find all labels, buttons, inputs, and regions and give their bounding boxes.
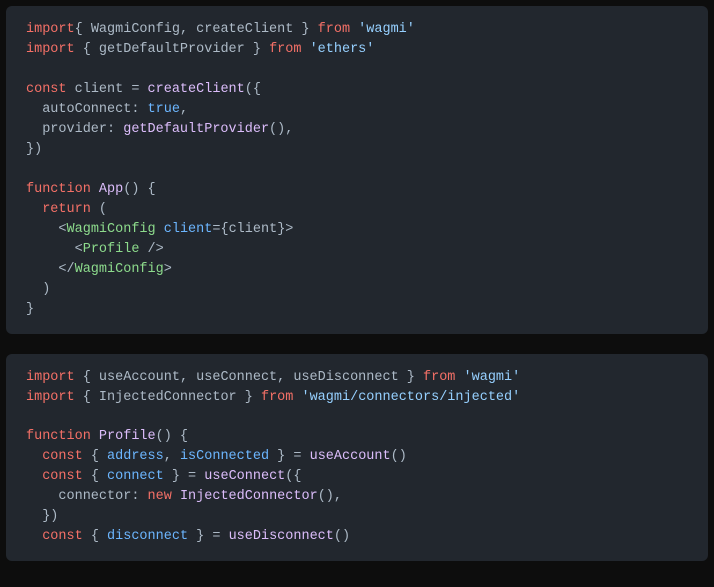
code-block-1: import{ WagmiConfig, createClient } from… [6, 6, 708, 334]
kw-import: import [26, 22, 75, 37]
code-content-2: import { useAccount, useConnect, useDisc… [26, 368, 688, 548]
code-content-1: import{ WagmiConfig, createClient } from… [26, 20, 688, 320]
code-block-2: import { useAccount, useConnect, useDisc… [6, 354, 708, 562]
